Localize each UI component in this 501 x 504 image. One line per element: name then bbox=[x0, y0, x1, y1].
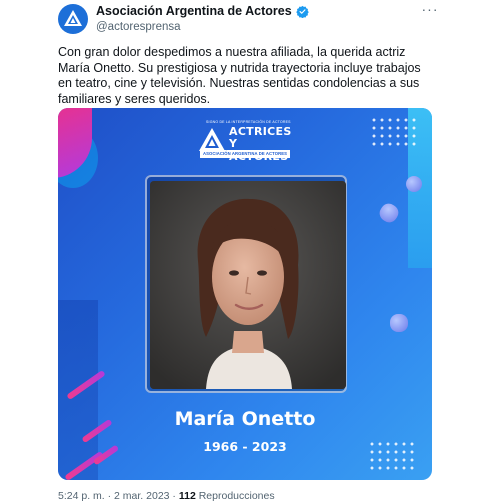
views-count: 112 bbox=[178, 490, 196, 502]
meta-separator: · bbox=[172, 490, 176, 502]
author-name[interactable]: Asociación Argentina de Actores bbox=[96, 4, 292, 18]
actrices-y-actores-logo: SIGNO DE LA INTERPRETACIÓN DE ACTORES AC… bbox=[198, 120, 292, 163]
logo-band: ASOCIACIÓN ARGENTINA DE ACTORES bbox=[200, 150, 290, 158]
decor-bubble bbox=[406, 176, 422, 192]
deceased-name: María Onetto bbox=[174, 408, 316, 430]
meta-separator: · bbox=[107, 490, 112, 502]
aaa-logo-icon bbox=[58, 4, 88, 34]
avatar[interactable] bbox=[58, 4, 88, 34]
tweet-time[interactable]: 5:24 p. m. bbox=[58, 490, 105, 502]
verified-badge-icon bbox=[295, 5, 309, 18]
decor-bubble bbox=[390, 314, 408, 332]
decor-bubble bbox=[376, 200, 402, 226]
author-handle[interactable]: @actoresprensa bbox=[96, 21, 309, 33]
logo-small-text: SIGNO DE LA INTERPRETACIÓN DE ACTORES bbox=[206, 120, 291, 124]
portrait-photo bbox=[150, 181, 346, 389]
tweet-date[interactable]: 2 mar. 2023 bbox=[114, 490, 169, 502]
tweet-media-image[interactable]: SIGNO DE LA INTERPRETACIÓN DE ACTORES AC… bbox=[58, 108, 432, 480]
more-options-icon[interactable]: ··· bbox=[418, 2, 442, 20]
decor-dots bbox=[370, 116, 420, 146]
life-years: 1966 - 2023 bbox=[203, 439, 287, 454]
tweet-text: Con gran dolor despedimos a nuestra afil… bbox=[58, 45, 421, 106]
views-label: Reproducciones bbox=[198, 490, 275, 502]
tweet: Asociación Argentina de Actores @actores… bbox=[0, 0, 501, 504]
author-info: Asociación Argentina de Actores @actores… bbox=[96, 4, 309, 33]
tweet-meta: 5:24 p. m. · 2 mar. 2023 · 112 Reproducc… bbox=[58, 490, 275, 502]
